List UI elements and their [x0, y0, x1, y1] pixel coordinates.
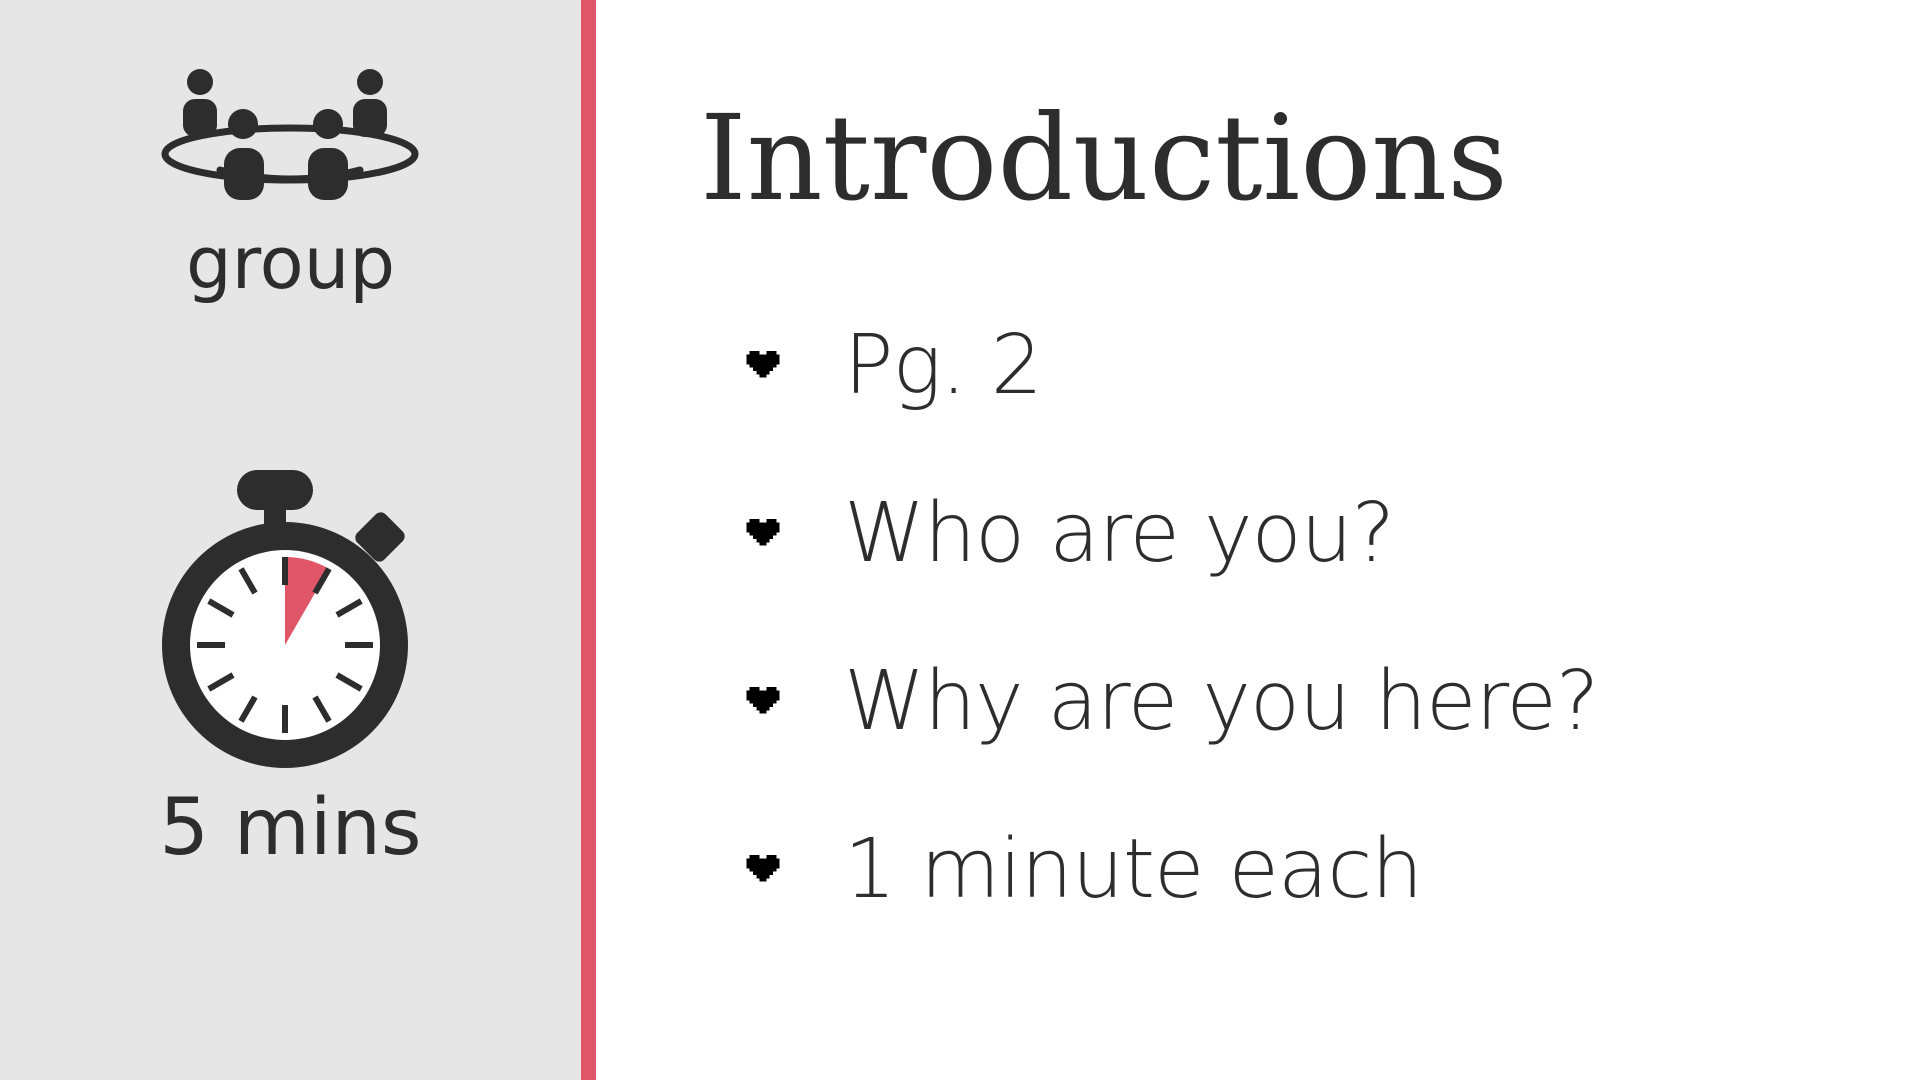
heart-icon [746, 855, 780, 882]
main-content: Introductions Pg. 2 Who are you? Why are… [596, 0, 1920, 1080]
list-item: 1 minute each [746, 786, 1598, 954]
sidebar: group 5 mins [0, 0, 581, 1080]
bullet-text: 1 minute each [844, 822, 1423, 917]
activity-label: group [185, 221, 396, 305]
list-item: Pg. 2 [746, 282, 1598, 450]
accent-divider [581, 0, 596, 1080]
group-icon [161, 69, 419, 200]
list-item: Why are you here? [746, 618, 1599, 786]
duration-label: 5 mins [159, 783, 422, 873]
heart-icon [746, 687, 780, 714]
stopwatch-icon [162, 470, 408, 768]
heart-icon [746, 351, 780, 378]
bullet-text: Who are you? [844, 486, 1395, 581]
slide: group 5 mins Introductions Pg. 2 Who are… [0, 0, 1920, 1080]
bullet-list: Pg. 2 Who are you? Why are you here? 1 m… [746, 282, 1599, 954]
heart-icon [746, 519, 780, 546]
bullet-text: Pg. 2 [844, 318, 1043, 413]
list-item: Who are you? [746, 450, 1598, 618]
bullet-text: Why are you here? [844, 654, 1599, 749]
slide-title: Introductions [700, 89, 1508, 227]
